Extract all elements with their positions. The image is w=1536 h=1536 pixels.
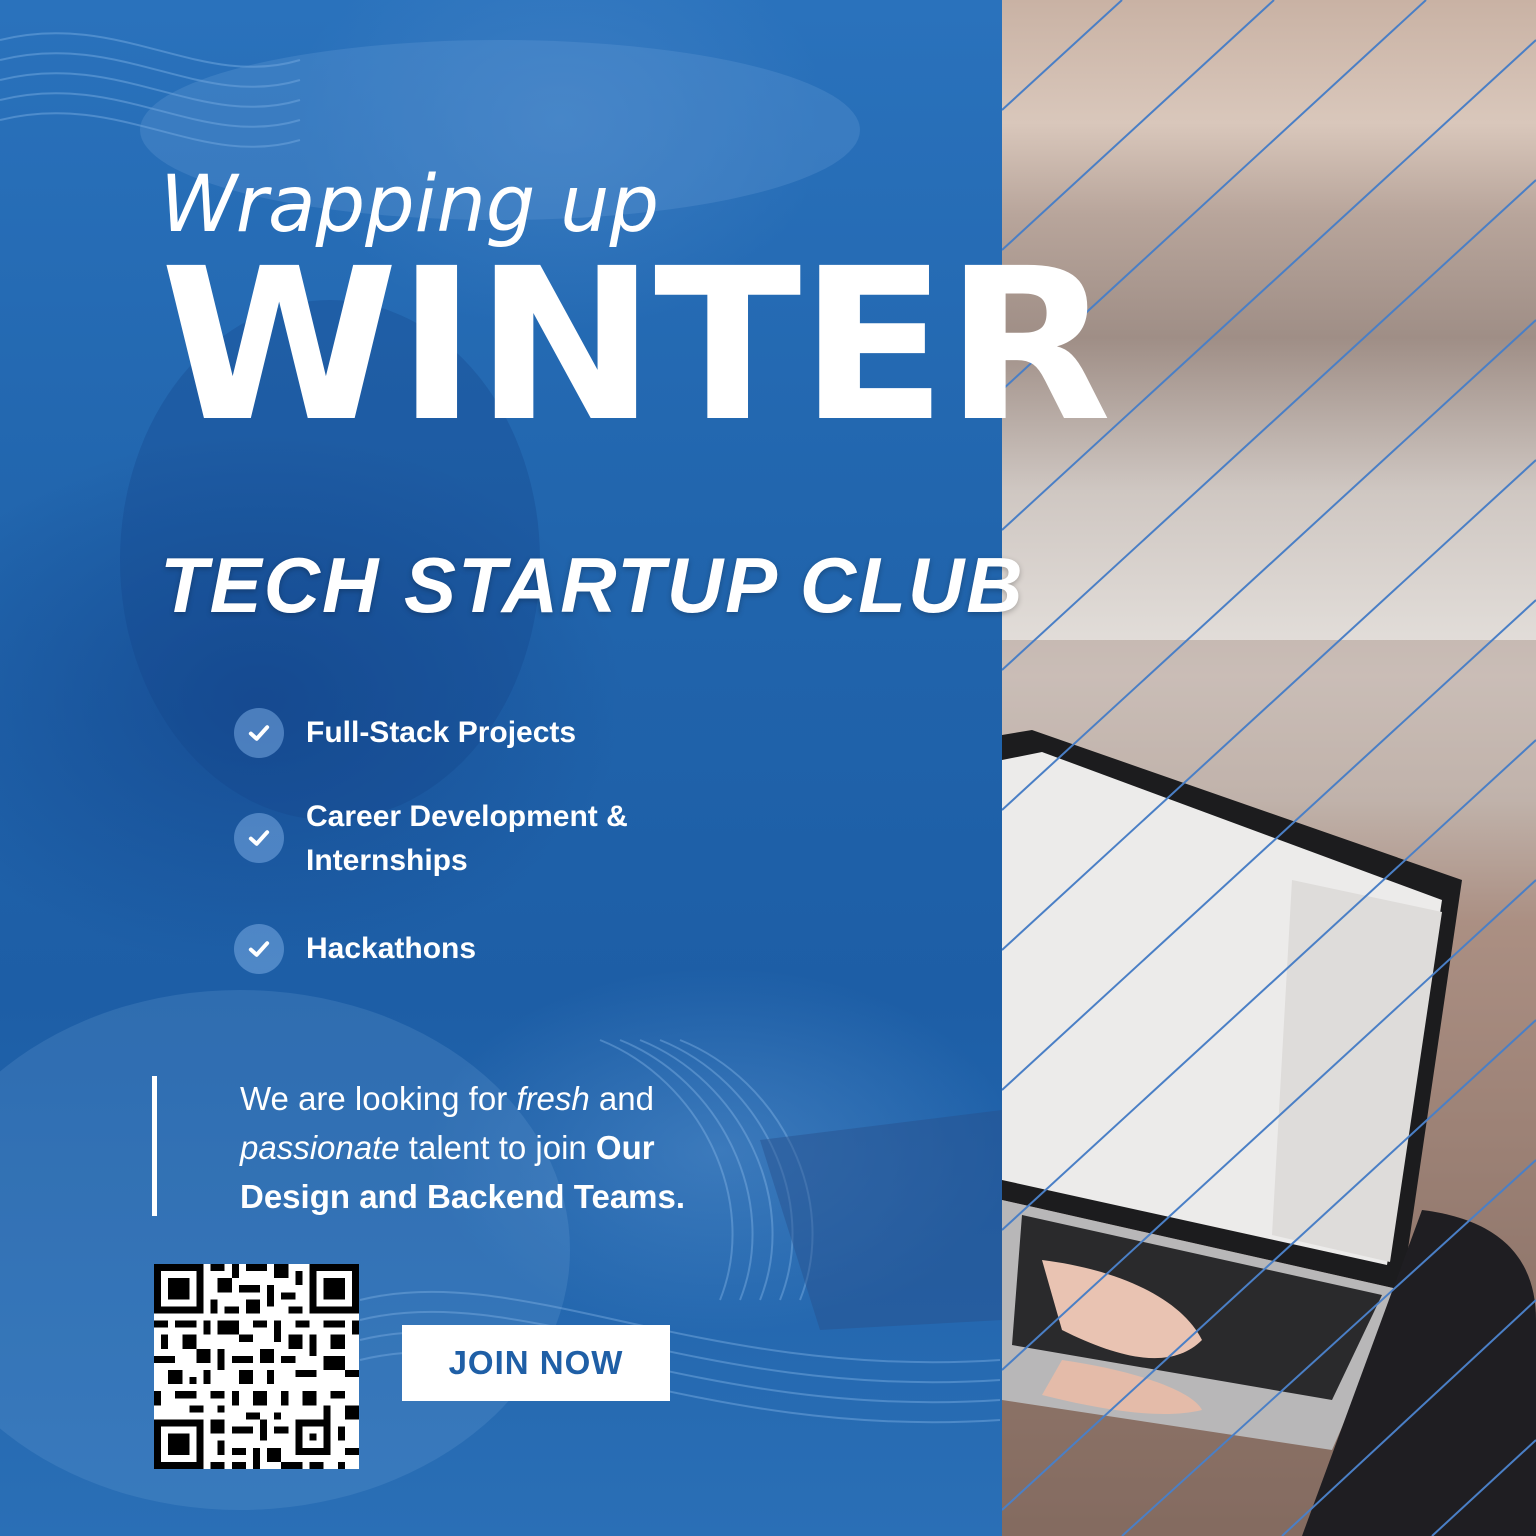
check-icon	[234, 924, 284, 974]
feature-label: Hackathons	[306, 932, 477, 965]
headline-title: WINTER	[160, 223, 1112, 468]
join-now-button[interactable]: JOIN NOW	[402, 1325, 670, 1401]
club-name: TECH STARTUP CLUB	[160, 541, 1025, 629]
feature-item: Hackathons	[234, 924, 476, 974]
qr-code[interactable]	[154, 1264, 359, 1469]
check-icon	[234, 708, 284, 758]
description-text: We are looking for fresh and passionate …	[240, 1080, 686, 1215]
feature-label: Full-Stack Projects	[306, 716, 577, 749]
description-accent-bar	[152, 1076, 157, 1216]
feature-item: Career Development & Internships	[234, 795, 628, 883]
check-icon	[234, 813, 284, 863]
feature-item: Full-Stack Projects	[234, 708, 576, 758]
poster: Wrapping up WINTER TECH STARTUP CLUB Ful…	[0, 0, 1536, 1536]
feature-label: Career Development & Internships	[306, 800, 628, 877]
qr-code-icon	[154, 1264, 359, 1469]
